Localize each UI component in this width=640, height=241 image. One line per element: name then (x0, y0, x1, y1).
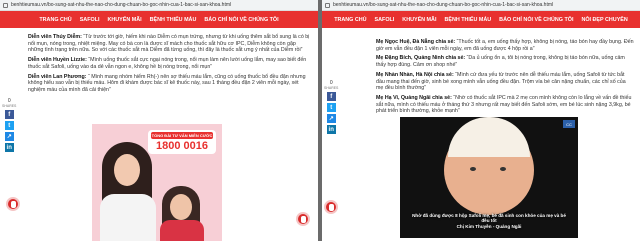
nav-press[interactable]: BÁO CHÍ NÓI VỀ CHÚNG TÔI (204, 17, 278, 23)
nav-anemia[interactable]: BỆNH THIẾU MÁU (444, 17, 491, 23)
testimonial-author: Mẹ Đặng Bích, Quảng Ninh chia sẻ: (376, 55, 466, 62)
eye-shape (500, 167, 506, 171)
twitter-share-icon[interactable]: t (326, 103, 336, 112)
body-shape (160, 220, 204, 241)
testimonial-author: Diễn viên Huyền Lizzie: (28, 57, 87, 64)
face-shape (114, 154, 140, 186)
facebook-share-icon[interactable]: f (326, 92, 336, 101)
nav-promotions[interactable]: KHUYẾN MÃI (107, 17, 141, 23)
promo-banner-image[interactable]: TỔNG ĐÀI TƯ VẤN MIỄN CƯỚC 1800 0016 (92, 124, 222, 241)
testimonial: Diễn viên Thúy Diễm: “Từ trước tới giờ, … (28, 34, 310, 54)
video-caption: Nhờ đã dùng được 8 hộp Safoli mẹ, bé đã … (410, 213, 568, 229)
lock-icon (325, 2, 330, 8)
testimonial-list: Mẹ Ngọc Huệ, Đà Nẵng chia sẻ: “Thuốc tốt… (376, 39, 634, 118)
eye-shape (470, 167, 476, 171)
nav-more[interactable]: NỖI ĐẸP CHUYÊN (581, 17, 627, 23)
testimonial: Diễn viên Huyền Lizzie: “Mình uống thuốc… (28, 57, 310, 70)
share-sidebar: 0 SHARES f t ↗ in (324, 80, 338, 134)
nav-safoli[interactable]: SAFOLI (375, 17, 395, 23)
left-browser-panel: benhtieumau.vn/bo-sung-sat-nhu-the-nao-c… (0, 0, 318, 241)
nav-press[interactable]: BÁO CHÍ NÓI VỀ CHÚNG TÔI (499, 17, 573, 23)
testimonial-author: Mẹ Nhàn Nhàn, Hà Nội chia sẻ: (376, 71, 454, 78)
url-text[interactable]: benhtieumau.vn/bo-sung-sat-nhu-the-nao-c… (333, 2, 553, 8)
testimonial-video[interactable]: CC Nhờ đã dùng được 8 hộp Safoli mẹ, bé … (400, 117, 578, 238)
hotline-box[interactable]: TỔNG ĐÀI TƯ VẤN MIỄN CƯỚC 1800 0016 (148, 130, 216, 154)
nav-home[interactable]: TRANG CHỦ (334, 17, 366, 23)
linkedin-share-icon[interactable]: in (326, 125, 336, 134)
share-icon[interactable]: ↗ (4, 132, 14, 141)
address-bar[interactable]: benhtieumau.vn/bo-sung-sat-nhu-the-nao-c… (0, 0, 318, 11)
testimonial: Mẹ Đặng Bích, Quảng Ninh chia sẻ: “Da ủ … (376, 55, 634, 68)
nav-anemia[interactable]: BỆNH THIẾU MÁU (150, 17, 197, 23)
captions-icon[interactable]: CC (563, 120, 575, 128)
share-label: SHARES (2, 104, 17, 108)
testimonial: Mẹ Hạ Vi, Quảng Ngãi chia sẻ: “Nhờ có th… (376, 95, 634, 115)
facebook-share-icon[interactable]: f (4, 110, 14, 119)
nav-home[interactable]: TRANG CHỦ (39, 17, 71, 23)
twitter-share-icon[interactable]: t (4, 121, 14, 130)
linkedin-share-icon[interactable]: in (4, 143, 14, 152)
chat-bubble-icon[interactable] (324, 200, 338, 214)
testimonial: Diễn viên Lan Phương: “ Mình mang nhóm h… (28, 74, 310, 94)
body-shape (100, 194, 156, 241)
testimonial: Mẹ Ngọc Huệ, Đà Nẵng chia sẻ: “Thuốc tốt… (376, 39, 634, 52)
baby-cap (448, 117, 530, 157)
address-bar[interactable]: benhtieumau.vn/bo-sung-sat-nhu-the-nao-c… (322, 0, 640, 11)
url-text[interactable]: benhtieumau.vn/bo-sung-sat-nhu-the-nao-c… (11, 2, 231, 8)
main-nav: TRANG CHỦ SAFOLI KHUYẾN MÃI BỆNH THIẾU M… (322, 11, 640, 28)
testimonial-author: Mẹ Ngọc Huệ, Đà Nẵng chia sẻ: (376, 39, 456, 45)
testimonial-author: Diễn viên Lan Phương: (28, 73, 87, 80)
face-shape (170, 194, 192, 220)
hotline-title: TỔNG ĐÀI TƯ VẤN MIỄN CƯỚC (151, 132, 213, 139)
main-nav: TRANG CHỦ SAFOLI KHUYẾN MÃI BỆNH THIẾU M… (0, 11, 318, 28)
share-icon[interactable]: ↗ (326, 114, 336, 123)
share-label: SHARES (324, 86, 339, 90)
nav-promotions[interactable]: KHUYẾN MÃI (402, 17, 436, 23)
video-caption-source: Chị Kim Thuyền - Quảng Ngãi (456, 223, 522, 229)
chat-bubble-icon[interactable] (296, 212, 310, 226)
testimonial-author: Diễn viên Thúy Diễm: (28, 34, 82, 40)
testimonial: Mẹ Nhàn Nhàn, Hà Nội chia sẻ: “Mình cứ đ… (376, 72, 634, 92)
share-sidebar: 0 SHARES f t ↗ in (2, 98, 16, 152)
testimonial-list: Diễn viên Thúy Diễm: “Từ trước tới giờ, … (28, 34, 310, 97)
chat-bubble-icon[interactable] (6, 197, 20, 211)
nav-safoli[interactable]: SAFOLI (80, 17, 100, 23)
hotline-number[interactable]: 1800 0016 (151, 140, 213, 152)
lock-icon (3, 2, 8, 8)
right-browser-panel: benhtieumau.vn/bo-sung-sat-nhu-the-nao-c… (322, 0, 640, 241)
video-caption-line: Nhờ đã dùng được 8 hộp Safoli mẹ, bé đã … (412, 213, 566, 224)
testimonial-author: Mẹ Hạ Vi, Quảng Ngãi chia sẻ: (376, 94, 452, 101)
